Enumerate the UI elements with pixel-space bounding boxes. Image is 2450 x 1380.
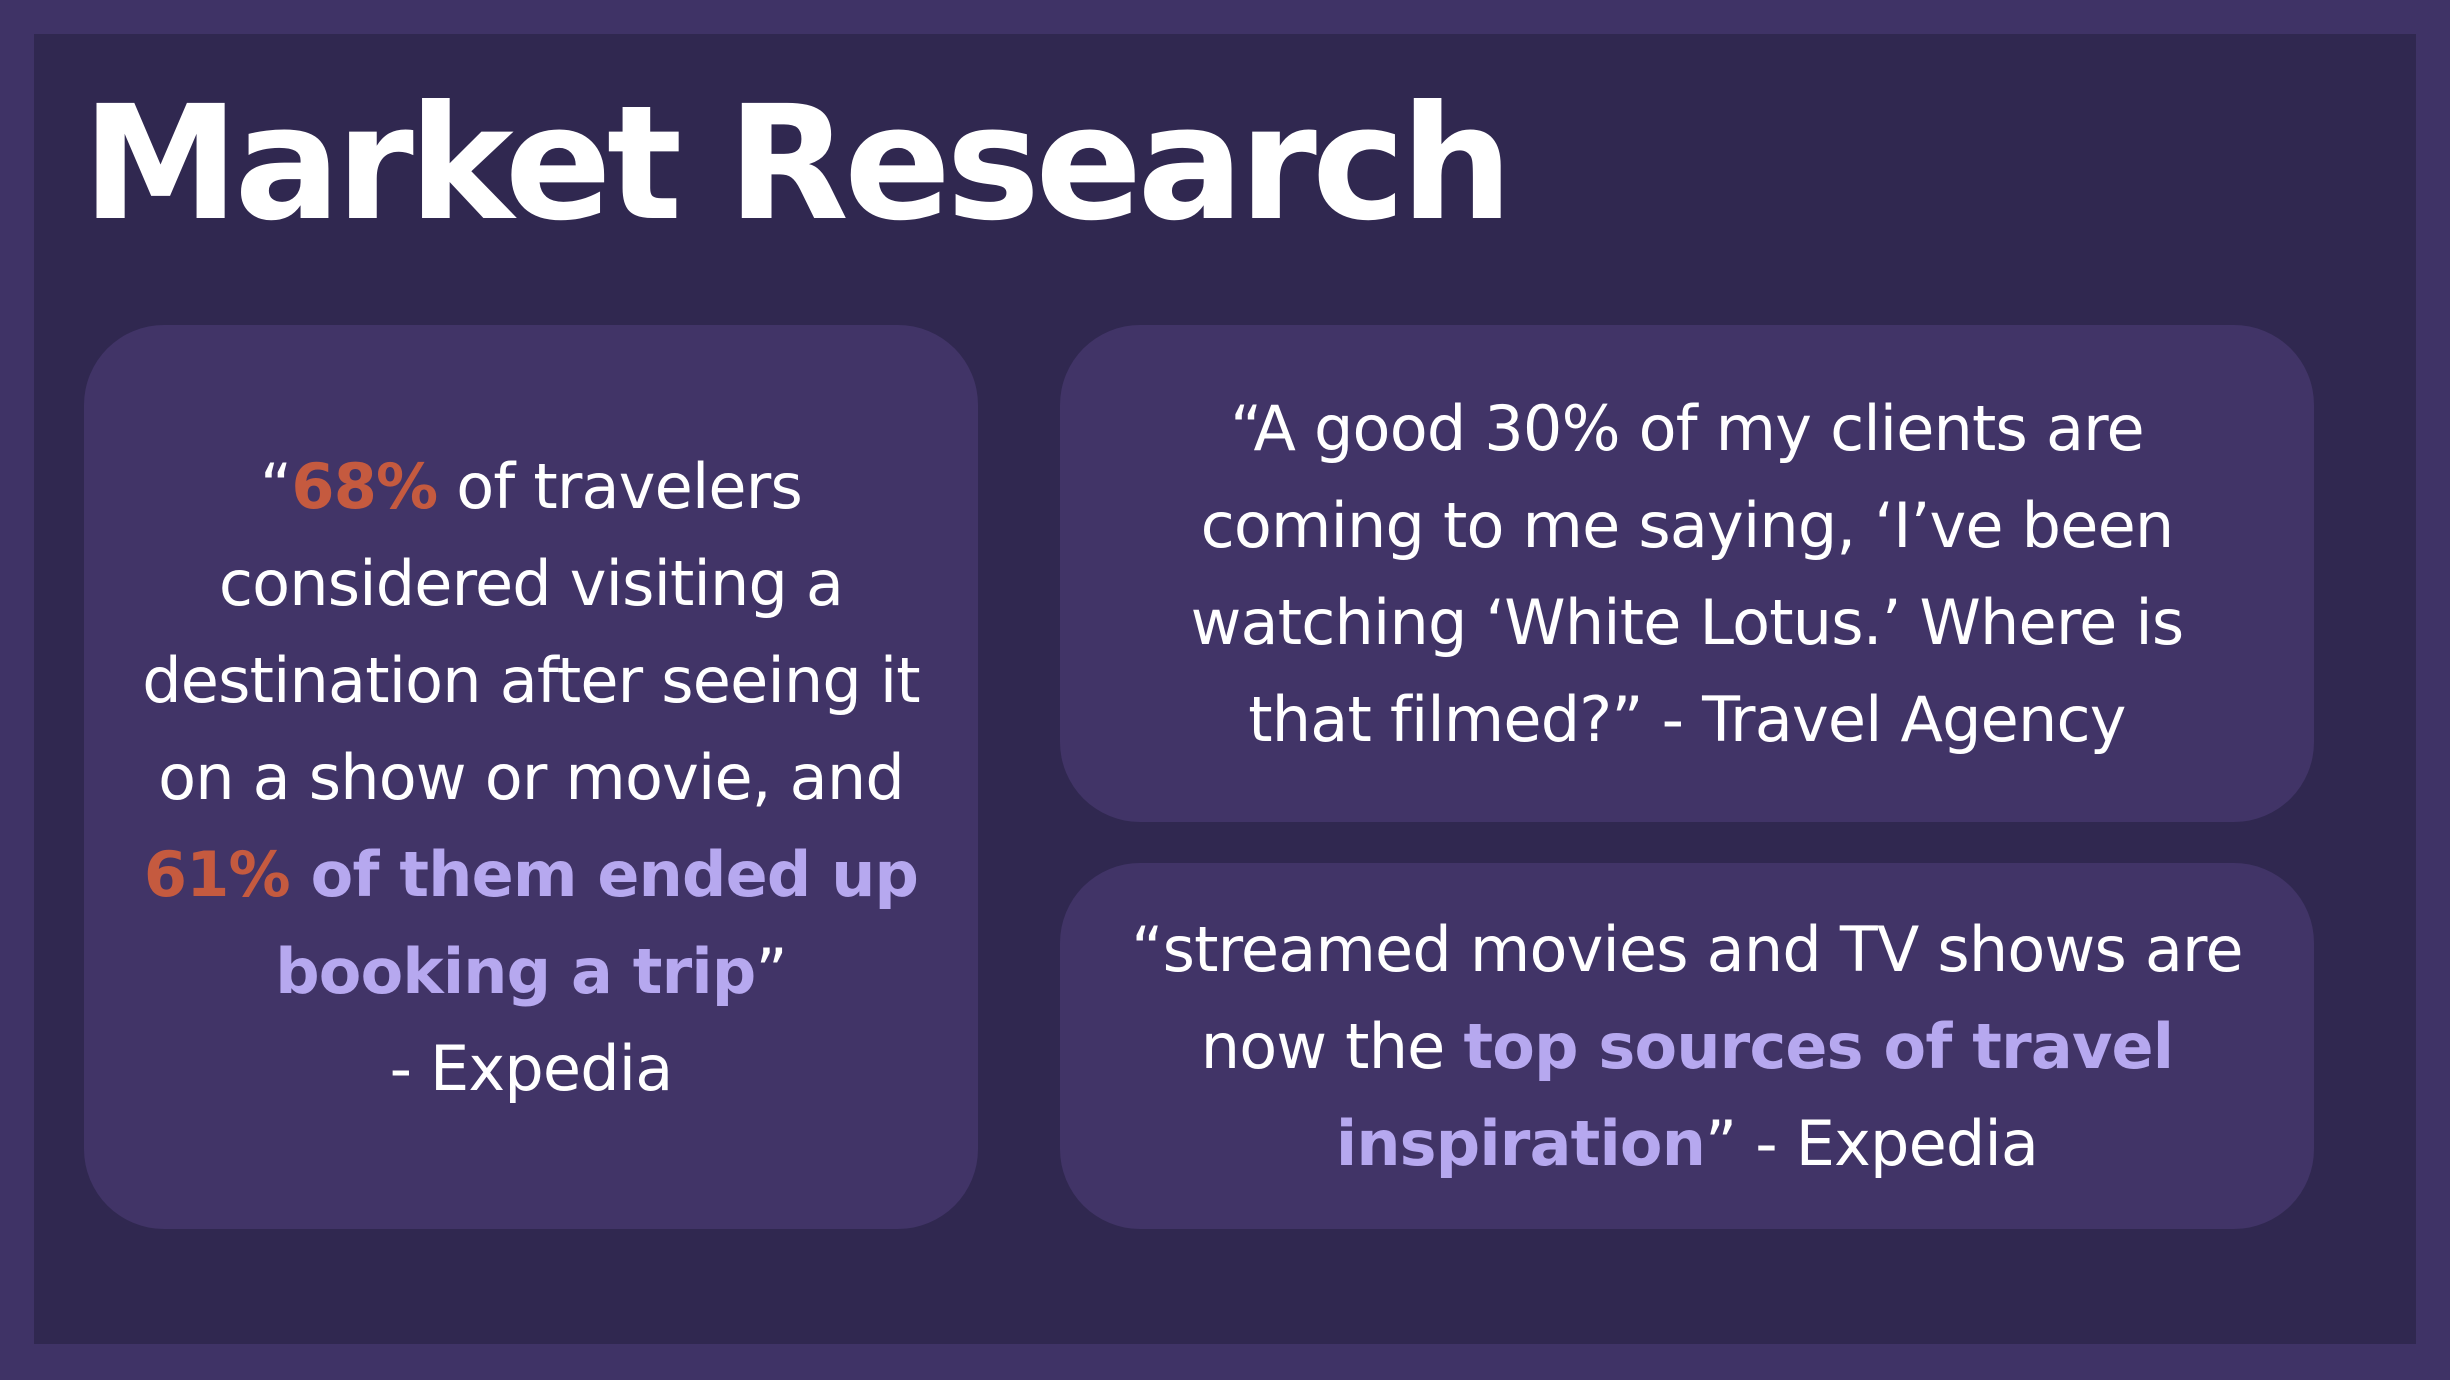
quote-card-expedia-inspiration: “streamed movies and TV shows are now th… (1060, 863, 2314, 1229)
quote-card-travel-agency: “A good 30% of my clients are coming to … (1060, 325, 2314, 822)
quote-text: “streamed movies and TV shows are now th… (1120, 901, 2254, 1192)
open-quote-mark: “ (260, 449, 292, 523)
quote-text: “68% of travelers considered visiting a … (136, 438, 926, 1117)
page-title: Market Research (82, 72, 1513, 256)
stat-61-percent: 61% (143, 837, 291, 911)
quote-card-expedia-stats: “68% of travelers considered visiting a … (84, 325, 978, 1229)
quote-body: of travelers considered visiting a desti… (142, 449, 920, 814)
quote-text: “A good 30% of my clients are coming to … (1190, 391, 2185, 756)
close-quote-mark: ” (755, 934, 787, 1008)
quote-attribution: ” - Expedia (1705, 1106, 2039, 1180)
quote-emphasis: of them ended up booking a trip (275, 837, 919, 1008)
quote-attribution: - Expedia (389, 1031, 674, 1105)
stat-68-percent: 68% (291, 449, 438, 523)
